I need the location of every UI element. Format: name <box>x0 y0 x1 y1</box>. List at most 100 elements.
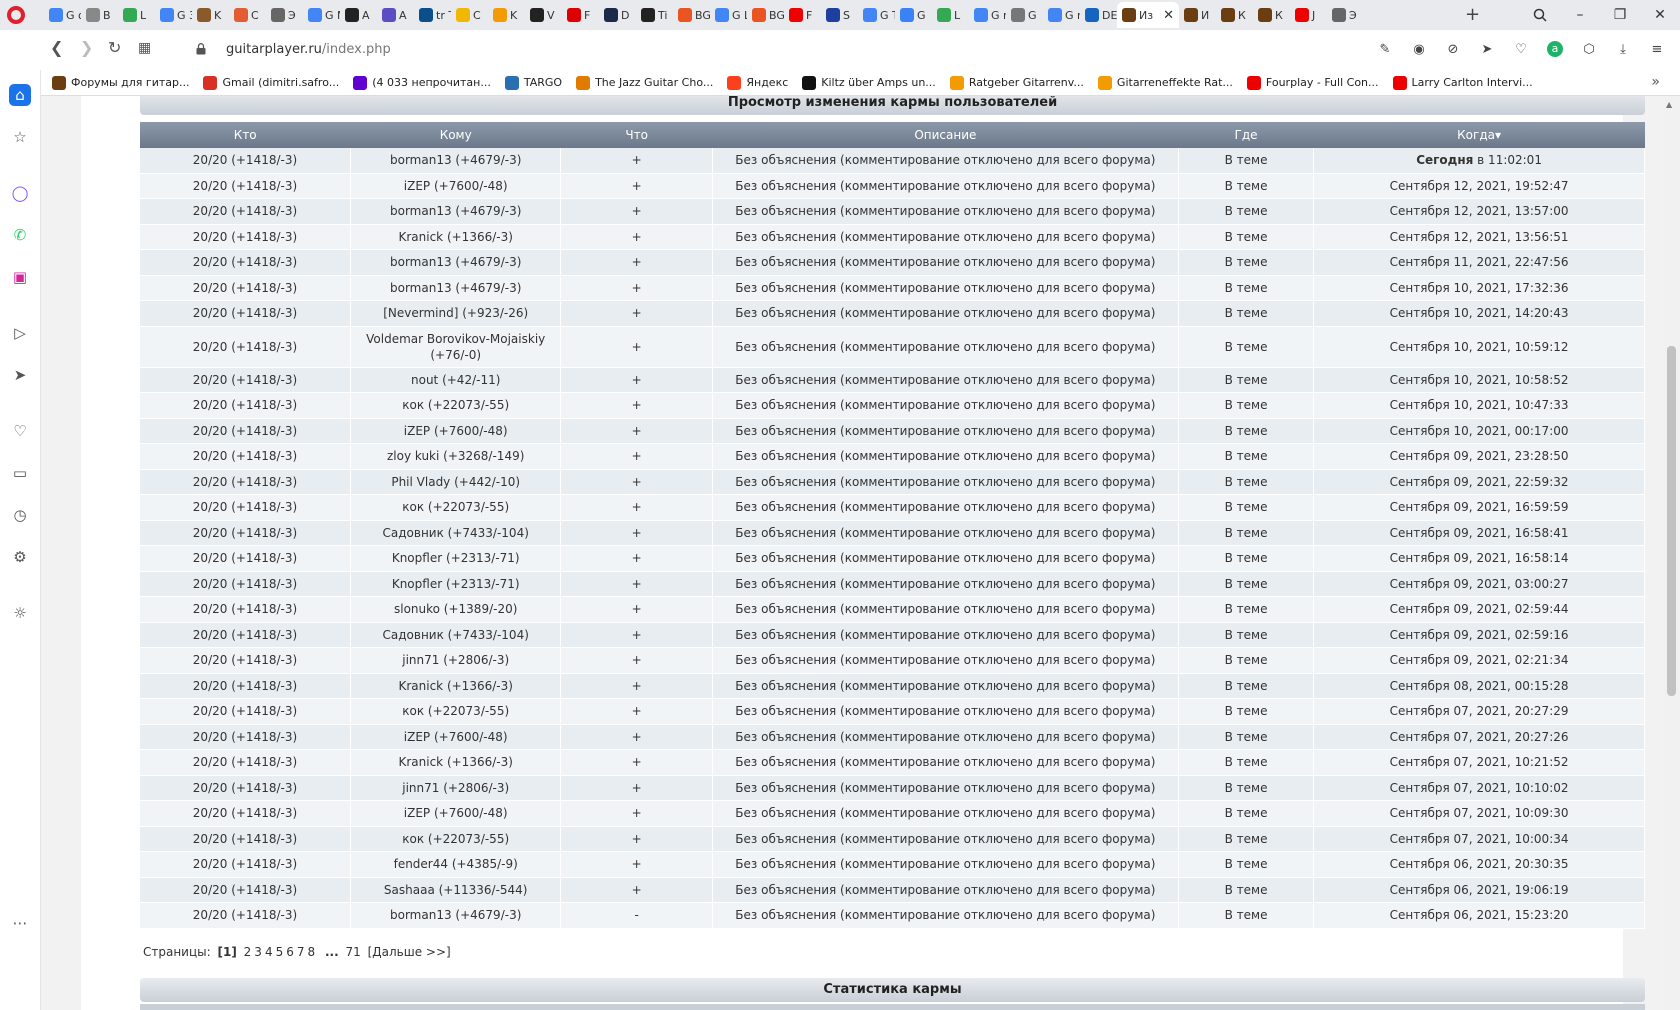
forward-icon[interactable]: ❯ <box>80 38 93 57</box>
cell-where[interactable]: В теме <box>1178 749 1315 776</box>
cell-where[interactable]: В теме <box>1178 198 1315 225</box>
browser-tab[interactable]: BG L <box>673 2 710 28</box>
pager-link[interactable]: 3 <box>254 945 262 959</box>
cell-to[interactable]: кок (+22073/-55) <box>350 698 562 725</box>
cell-to[interactable]: Sashaaa (+11336/-544) <box>350 877 562 903</box>
cell-who[interactable]: 20/20 (+1418/-3) <box>140 826 351 852</box>
cell-where[interactable]: В теме <box>1178 173 1315 199</box>
cell-where[interactable]: В теме <box>1178 494 1315 521</box>
minimize-icon[interactable]: – <box>1560 0 1600 30</box>
bookmark-item[interactable]: Форумы для гитар... <box>52 75 189 90</box>
cell-to[interactable]: Kranick (+1366/-3) <box>350 749 562 776</box>
send-icon[interactable]: ➤ <box>1478 40 1496 58</box>
bookmark-item[interactable]: Kiltz über Amps un... <box>802 75 936 90</box>
cell-to[interactable]: borman13 (+4679/-3) <box>350 249 562 276</box>
browser-tab[interactable]: G M <box>303 2 340 28</box>
cell-where[interactable]: В теме <box>1178 877 1315 903</box>
browser-tab[interactable]: BG A <box>747 2 784 28</box>
page-scrollbar[interactable]: ▲ <box>1663 96 1680 1010</box>
browser-tab[interactable]: L <box>118 2 155 28</box>
cell-who[interactable]: 20/20 (+1418/-3) <box>140 800 351 827</box>
cell-where[interactable]: В теме <box>1178 622 1315 648</box>
cell-to[interactable]: Kranick (+1366/-3) <box>350 673 562 699</box>
download-icon[interactable]: ⤓ <box>1614 40 1632 58</box>
browser-tab[interactable]: A <box>340 2 377 28</box>
cell-who[interactable]: 20/20 (+1418/-3) <box>140 173 351 199</box>
cell-to[interactable]: borman13 (+4679/-3) <box>350 902 562 929</box>
cell-who[interactable]: 20/20 (+1418/-3) <box>140 749 351 776</box>
cell-where[interactable]: В теме <box>1178 148 1315 174</box>
back-icon[interactable]: ❮ <box>50 38 63 57</box>
adblock-icon[interactable]: ⊘ <box>1444 40 1462 58</box>
cell-who[interactable]: 20/20 (+1418/-3) <box>140 545 351 572</box>
browser-tab[interactable]: G <box>1006 2 1043 28</box>
col-header-to[interactable]: Кому <box>350 122 561 148</box>
cell-who[interactable]: 20/20 (+1418/-3) <box>140 275 351 301</box>
flow-icon[interactable]: ➤ <box>9 364 31 386</box>
cell-where[interactable]: В теме <box>1178 418 1315 444</box>
cell-to[interactable]: iZEP (+7600/-48) <box>350 724 562 750</box>
cell-to[interactable]: Knopfler (+2313/-71) <box>350 571 562 597</box>
cell-where[interactable]: В теме <box>1178 902 1315 929</box>
browser-tab[interactable]: K <box>488 2 525 28</box>
browser-tab[interactable]: Э <box>266 2 303 28</box>
browser-tab[interactable]: G L <box>710 2 747 28</box>
tabs-icon[interactable]: ▭ <box>9 462 31 484</box>
extension-a-icon[interactable]: a <box>1546 40 1564 58</box>
browser-tab[interactable]: C <box>451 2 488 28</box>
messenger-icon[interactable]: ◯ <box>9 182 31 204</box>
cell-to[interactable]: borman13 (+4679/-3) <box>350 148 562 174</box>
cell-to[interactable]: кок (+22073/-55) <box>350 494 562 521</box>
cell-where[interactable]: В теме <box>1178 596 1315 623</box>
browser-tab[interactable]: V <box>525 2 562 28</box>
more-dots-icon[interactable]: ⋯ <box>9 912 31 934</box>
cell-to[interactable]: nout (+42/-11) <box>350 367 562 393</box>
browser-tab[interactable]: L <box>932 2 969 28</box>
url-field[interactable]: guitarplayer.ru/index.php <box>226 42 391 57</box>
bookmark-item[interactable]: (4 033 непрочитан... <box>353 75 491 90</box>
cell-to[interactable]: slonuko (+1389/-20) <box>350 596 562 623</box>
cell-to[interactable]: Knopfler (+2313/-71) <box>350 545 562 572</box>
cell-who[interactable]: 20/20 (+1418/-3) <box>140 494 351 521</box>
bookmark-item[interactable]: Fourplay - Full Con... <box>1246 75 1379 90</box>
browser-tab[interactable]: G <box>895 2 932 28</box>
browser-tab[interactable]: A <box>377 2 414 28</box>
sort-desc-icon[interactable]: ▾ <box>1495 128 1501 142</box>
cell-who[interactable]: 20/20 (+1418/-3) <box>140 647 351 674</box>
cell-where[interactable]: В теме <box>1178 571 1315 597</box>
restore-icon[interactable]: ❐ <box>1600 0 1640 30</box>
col-header-when[interactable]: Когда▾ <box>1313 122 1645 148</box>
cell-who[interactable]: 20/20 (+1418/-3) <box>140 300 351 327</box>
cell-who[interactable]: 20/20 (+1418/-3) <box>140 622 351 648</box>
close-window-icon[interactable]: ✕ <box>1640 0 1680 30</box>
cell-who[interactable]: 20/20 (+1418/-3) <box>140 877 351 903</box>
browser-tab[interactable]: F <box>784 2 821 28</box>
bookmark-item[interactable]: Gmail (dimitri.safro... <box>203 75 339 90</box>
cell-to[interactable]: iZEP (+7600/-48) <box>350 173 562 199</box>
pager-link[interactable]: 2 <box>244 945 252 959</box>
cell-who[interactable]: 20/20 (+1418/-3) <box>140 520 351 546</box>
pager-link[interactable]: 7 <box>297 945 305 959</box>
cell-where[interactable]: В теме <box>1178 545 1315 572</box>
tab-active[interactable]: Из ✕ <box>1117 2 1179 28</box>
cell-where[interactable]: В теме <box>1178 647 1315 674</box>
cell-to[interactable]: fender44 (+4385/-9) <box>350 851 562 878</box>
cell-who[interactable]: 20/20 (+1418/-3) <box>140 775 351 801</box>
bookmark-item[interactable]: Яндекс <box>727 75 788 90</box>
browser-tab[interactable]: G 3 <box>155 2 192 28</box>
settings-gear-icon[interactable]: ⚙ <box>9 546 31 568</box>
cell-where[interactable]: В теме <box>1178 826 1315 852</box>
col-header-description[interactable]: Описание <box>712 122 1179 148</box>
bookmarks-more-icon[interactable]: » <box>1651 74 1660 90</box>
cell-who[interactable]: 20/20 (+1418/-3) <box>140 724 351 750</box>
browser-tab[interactable]: F <box>562 2 599 28</box>
cell-where[interactable]: В теме <box>1178 673 1315 699</box>
bookmark-item[interactable]: The Jazz Guitar Cho... <box>576 75 713 90</box>
browser-tab[interactable]: К <box>1253 2 1290 28</box>
pager-link[interactable]: 4 <box>265 945 273 959</box>
col-header-who[interactable]: Кто <box>140 122 351 148</box>
cell-where[interactable]: В теме <box>1178 775 1315 801</box>
cell-where[interactable]: В теме <box>1178 520 1315 546</box>
browser-tab[interactable]: B <box>81 2 118 28</box>
cell-who[interactable]: 20/20 (+1418/-3) <box>140 698 351 725</box>
